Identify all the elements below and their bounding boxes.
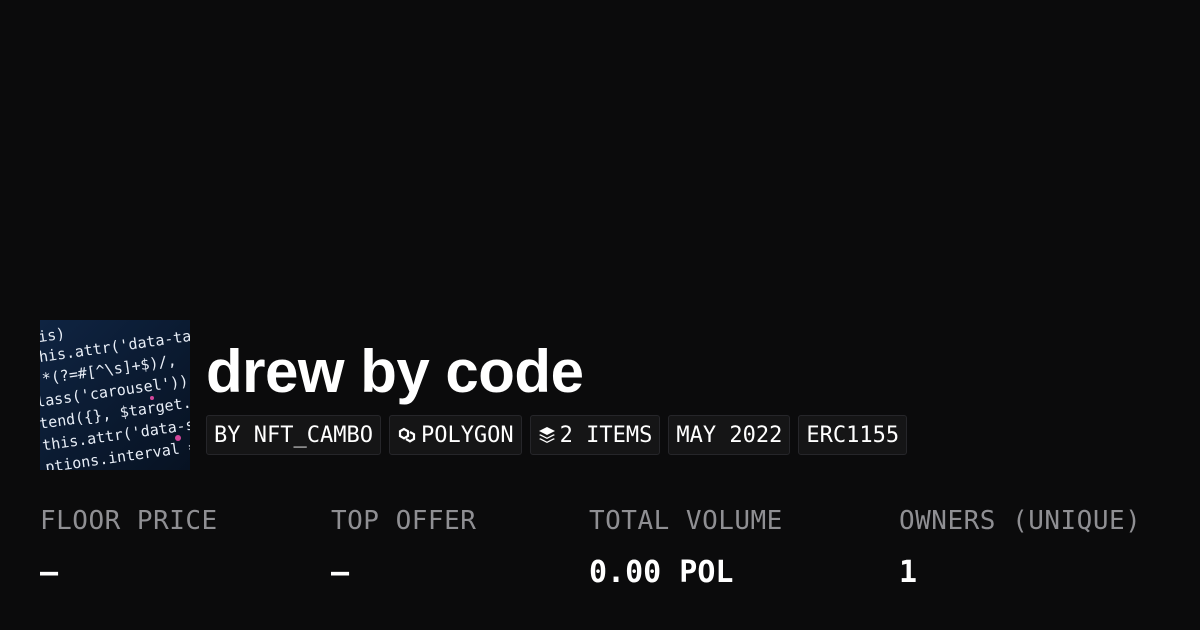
date-chip-label: MAY 2022 — [676, 422, 783, 448]
stat-value: – — [40, 555, 59, 590]
top-offer-stat: TOP OFFER – — [331, 505, 476, 591]
stat-label: OWNERS (UNIQUE) — [899, 506, 1142, 536]
standard-chip: ERC1155 — [798, 415, 908, 455]
creator-chip[interactable]: BY NFT_CAMBO — [206, 415, 381, 455]
standard-chip-label: ERC1155 — [806, 422, 900, 448]
items-chip[interactable]: 2 ITEMS — [529, 415, 661, 455]
floor-price-stat: FLOOR PRICE – — [40, 505, 218, 591]
items-chip-label: 2 ITEMS — [559, 422, 653, 448]
collection-meta-chips: BY NFT_CAMBO POLYGON 2 ITEMS MAY 2022 ER… — [206, 415, 908, 455]
stat-label: TOTAL VOLUME — [589, 506, 783, 536]
stat-value: 1 — [899, 555, 918, 590]
creator-chip-label: BY NFT_CAMBO — [214, 422, 373, 448]
total-volume-stat: TOTAL VOLUME 0.00 POL — [589, 505, 783, 591]
stat-value: 0.00 POL — [589, 555, 734, 590]
stat-label: FLOOR PRICE — [40, 506, 218, 536]
collection-title: drew by code — [206, 338, 584, 405]
stat-value: – — [331, 555, 350, 590]
chain-chip[interactable]: POLYGON — [388, 415, 522, 455]
owners-stat: OWNERS (UNIQUE) 1 — [899, 505, 1141, 591]
stat-label: TOP OFFER — [331, 506, 477, 536]
date-chip: MAY 2022 — [668, 415, 791, 455]
collection-thumbnail: his) this.attr('data-ta .*(?=#[^\s]+$)/,… — [40, 320, 190, 470]
layers-icon — [538, 426, 556, 444]
polygon-icon — [397, 426, 417, 444]
chain-chip-label: POLYGON — [420, 422, 514, 448]
